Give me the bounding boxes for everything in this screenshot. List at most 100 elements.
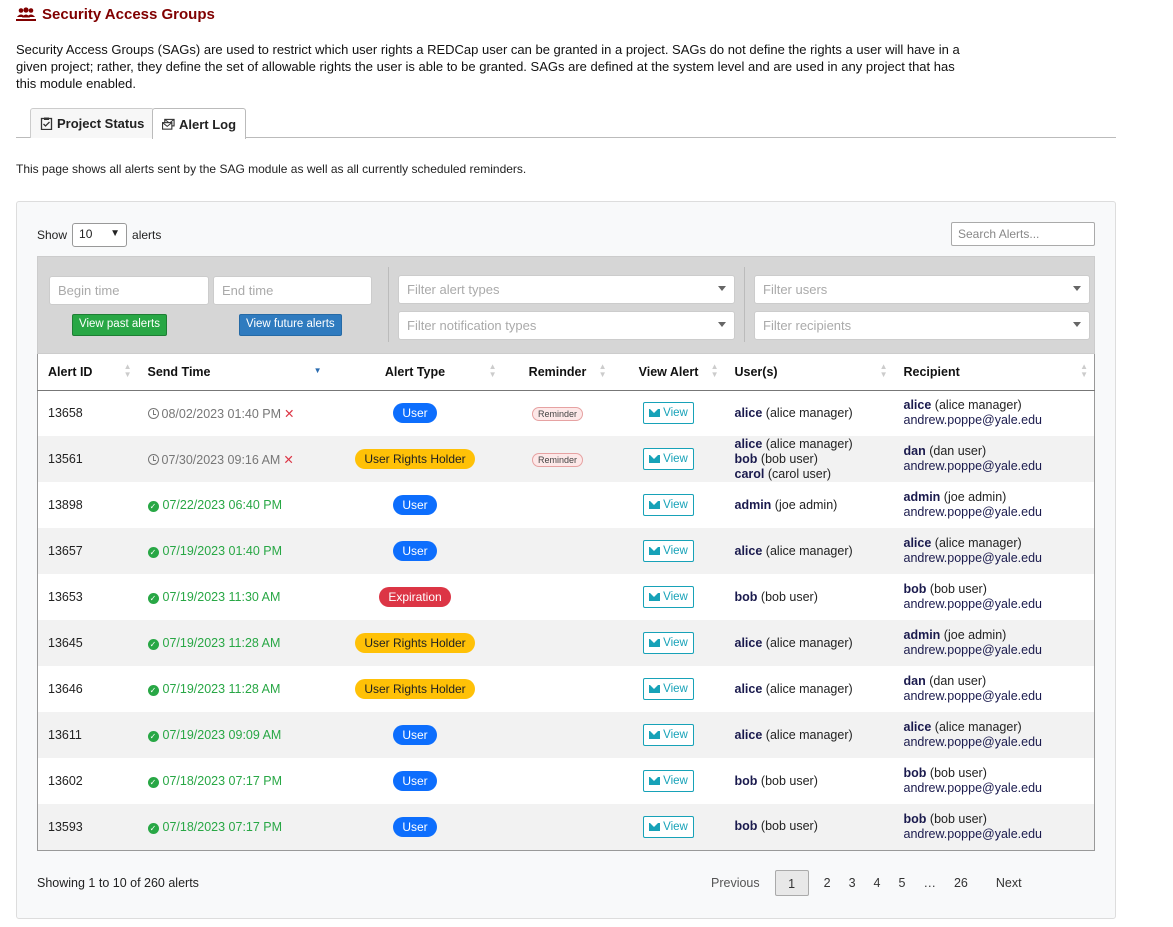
tab-alert-log[interactable]: Alert Log xyxy=(152,108,247,139)
view-alert-cell: View xyxy=(613,712,725,758)
table-row: 13602 ✓ 07/18/2023 07:17 PM User View bob (bo… xyxy=(38,758,1095,804)
user-entry: alice (alice manager) xyxy=(735,406,884,421)
send-time: ✓ 07/19/2023 11:30 AM xyxy=(147,590,281,604)
page-5[interactable]: 5 xyxy=(890,870,915,896)
alert-types-filter[interactable]: Filter alert types xyxy=(398,275,735,304)
reminder-cell xyxy=(503,804,613,850)
reminder-cell xyxy=(503,528,613,574)
view-label: View xyxy=(663,407,688,420)
column-header-users[interactable]: User(s) ▲ ▼ xyxy=(724,354,894,391)
recipient-email[interactable]: andrew.poppe@yale.edu xyxy=(904,781,1085,796)
check-circle-icon: ✓ xyxy=(147,593,159,604)
view-label: View xyxy=(663,637,688,649)
column-header-recipient[interactable]: Recipient ▲ ▼ xyxy=(893,354,1095,391)
view-alert-button[interactable]: View xyxy=(643,586,694,608)
send-time-text: 07/19/2023 11:30 AM xyxy=(162,590,281,604)
recipient-email[interactable]: andrew.poppe@yale.edu xyxy=(904,505,1085,520)
cancel-reminder-icon[interactable]: ✕ xyxy=(283,453,293,467)
page-next[interactable]: Next xyxy=(987,870,1031,896)
recipient-cell: alice (alice manager) andrew.poppe@yale.e… xyxy=(894,712,1095,758)
reminder-cell xyxy=(503,712,613,758)
view-alert-button[interactable]: View xyxy=(643,448,694,470)
user-fullname: (joe admin) xyxy=(774,497,838,512)
send-time-cell: ✓ 07/19/2023 11:30 AM xyxy=(138,574,328,620)
view-alert-button[interactable]: View xyxy=(643,494,694,516)
recipient-email[interactable]: andrew.poppe@yale.edu xyxy=(904,643,1085,658)
column-header-alert-id[interactable]: Alert ID ▲ ▼ xyxy=(37,354,138,391)
page-size-select[interactable]: 10 ▼ xyxy=(72,223,128,247)
view-alert-button[interactable]: View xyxy=(643,815,694,838)
table-row: 13645 ✓ 07/19/2023 11:28 AM User Rights Hol… xyxy=(37,620,1095,666)
search-input[interactable]: Search Alerts... xyxy=(951,222,1095,246)
alert-id: 13657 xyxy=(48,544,83,558)
view-future-alerts-button[interactable]: View future alerts xyxy=(239,314,342,336)
recipient-email[interactable]: andrew.poppe@yale.edu xyxy=(904,689,1085,704)
recipient-email[interactable]: andrew.poppe@yale.edu xyxy=(904,551,1085,566)
view-alert-button[interactable]: View xyxy=(643,402,694,425)
recipient-cell: bob (bob user) andrew.poppe@yale.edu xyxy=(894,804,1095,850)
alert-type-badge: User xyxy=(393,403,437,424)
username: alice xyxy=(734,436,763,451)
send-time-text: 07/19/2023 09:09 AM xyxy=(162,728,282,742)
users-filter[interactable]: Filter users xyxy=(754,275,1090,304)
table-row: 13561 07/30/2023 09:16 AM ✕ User Rights Hol… xyxy=(37,436,1095,482)
reminder-cell xyxy=(503,482,613,528)
send-time-cell: 07/30/2023 09:16 AM ✕ xyxy=(138,436,328,482)
view-alert-button[interactable]: View xyxy=(643,724,694,746)
begin-time-input[interactable]: Begin time xyxy=(49,276,209,305)
alert-id: 13658 xyxy=(48,406,83,421)
send-time-cell: ✓ 07/18/2023 07:17 PM xyxy=(138,758,328,804)
tab-project-status[interactable]: Project Status xyxy=(30,108,155,138)
send-time: 07/30/2023 09:16 AM ✕ xyxy=(147,453,294,467)
recipient-email[interactable]: andrew.poppe@yale.edu xyxy=(904,735,1085,750)
check-circle-icon: ✓ xyxy=(147,731,159,742)
recipient-cell: dan (dan user) andrew.poppe@yale.edu xyxy=(894,666,1095,712)
column-header-alert-type[interactable]: Alert Type ▲ ▼ xyxy=(327,354,503,391)
username: alice xyxy=(734,405,763,420)
page-3[interactable]: 3 xyxy=(840,870,865,896)
users-placeholder: Filter users xyxy=(763,282,828,297)
recipient-email[interactable]: andrew.poppe@yale.edu xyxy=(904,413,1085,428)
send-time-text: 07/19/2023 11:28 AM xyxy=(162,636,281,650)
recipients-filter[interactable]: Filter recipients xyxy=(754,311,1090,340)
cancel-reminder-icon[interactable]: ✕ xyxy=(284,407,294,421)
send-time-text: 07/18/2023 07:17 PM xyxy=(162,819,283,834)
alert-type-cell: User xyxy=(328,482,503,528)
recipient-username: admin xyxy=(903,628,941,642)
page-4[interactable]: 4 xyxy=(865,870,890,896)
page-26[interactable]: 26 xyxy=(945,870,977,896)
view-alert-button[interactable]: View xyxy=(643,632,694,654)
notification-types-filter[interactable]: Filter notification types xyxy=(398,311,735,340)
end-time-input[interactable]: End time xyxy=(213,276,372,305)
view-label: View xyxy=(663,453,688,465)
column-header-reminder[interactable]: Reminder ▲ ▼ xyxy=(502,354,613,391)
page-1[interactable]: 1 xyxy=(774,870,809,896)
end-time-placeholder: End time xyxy=(222,283,274,298)
column-header-send-time[interactable]: Send Time ▼ xyxy=(137,354,328,391)
view-alert-button[interactable]: View xyxy=(643,678,694,700)
send-time-text: 08/02/2023 01:40 PM xyxy=(161,406,282,421)
view-alert-button[interactable]: View xyxy=(643,770,694,792)
alert-type-cell: Expiration xyxy=(328,574,503,620)
view-past-alerts-button[interactable]: View past alerts xyxy=(72,314,167,336)
recipient-email[interactable]: andrew.poppe@yale.edu xyxy=(904,827,1085,842)
page-2[interactable]: 2 xyxy=(815,870,840,896)
user-entry: bob (bob user) xyxy=(735,774,884,789)
user-entry: alice (alice manager) xyxy=(735,437,884,452)
column-label: View Alert xyxy=(638,364,699,379)
view-alert-button[interactable]: View xyxy=(643,540,694,562)
column-label: Recipient xyxy=(903,364,960,379)
send-time-cell: ✓ 07/19/2023 09:09 AM xyxy=(138,712,328,758)
user-fullname: (bob user) xyxy=(760,451,818,466)
column-header-view-alert[interactable]: View Alert ▲ ▼ xyxy=(612,354,725,391)
send-time-cell: ✓ 07/19/2023 11:28 AM xyxy=(138,666,328,712)
recipient-email[interactable]: andrew.poppe@yale.edu xyxy=(904,597,1085,612)
recipient-email[interactable]: andrew.poppe@yale.edu xyxy=(904,459,1085,474)
recipient-cell: admin (joe admin) andrew.poppe@yale.edu xyxy=(894,482,1095,528)
envelope-icon xyxy=(649,685,661,693)
user-fullname: (alice manager) xyxy=(765,681,853,696)
send-time: ✓ 07/18/2023 07:17 PM xyxy=(147,819,283,834)
table-row: 13653 ✓ 07/19/2023 11:30 AM Expiration View b… xyxy=(38,574,1095,620)
page-previous[interactable]: Previous xyxy=(702,870,769,896)
envelope-icon xyxy=(649,455,661,463)
